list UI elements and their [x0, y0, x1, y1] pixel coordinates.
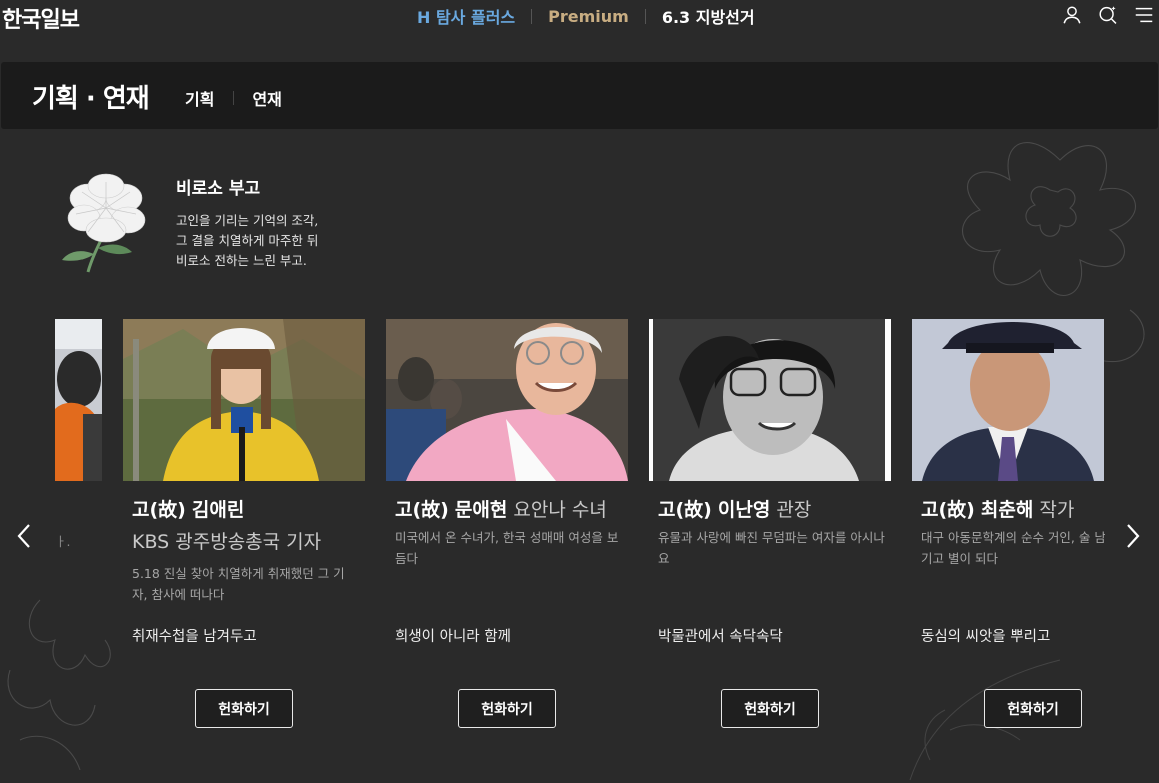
obituary-card[interactable]: 고(故) 김애린 KBS 광주방송총국 기자 5.18 진실 찾아 치열하게 취…	[123, 319, 365, 739]
card-name: 고(故) 김애린	[132, 495, 372, 522]
top-icons	[1061, 4, 1155, 26]
obituary-card-partial[interactable]: ㅏ.	[55, 319, 102, 739]
person-role: 요안나 수녀	[513, 499, 607, 521]
chevron-right-icon	[1127, 524, 1140, 548]
card-name: 고(故) 이난영 관장	[658, 495, 898, 522]
carousel-prev-button[interactable]	[12, 521, 36, 551]
nav-divider	[644, 8, 646, 24]
nav-local-election[interactable]: 6.3 지방선거	[662, 4, 755, 28]
card-photo	[55, 319, 102, 481]
name-prefix: 고(故)	[132, 499, 186, 521]
person-name: 최춘해	[980, 499, 1034, 521]
name-prefix: 고(故)	[658, 499, 712, 521]
user-icon[interactable]	[1061, 4, 1083, 26]
section-title: 기획 · 연재	[32, 84, 150, 114]
tribute-button[interactable]: 헌화하기	[984, 689, 1082, 728]
tribute-button[interactable]: 헌화하기	[721, 689, 819, 728]
tab-series[interactable]: 연재	[252, 86, 281, 110]
top-nav: H 탐사 플러스 Premium 6.3 지방선거	[417, 4, 755, 28]
person-name: 김애린	[191, 499, 245, 521]
obituary-card[interactable]: 고(故) 최춘해 작가 대구 아동문학계의 순수 거인, 술 남기고 별이 되다…	[912, 319, 1105, 739]
obituary-card[interactable]: 고(故) 이난영 관장 유물과 사랑에 빠진 무덤파는 여자를 아시나요 박물관…	[649, 319, 891, 739]
person-role: 작가	[1039, 499, 1075, 521]
card-description: 5.18 진실 찾아 치열하게 취재했던 그 기자, 참사에 떠나다	[132, 566, 345, 602]
tab-planning[interactable]: 기획	[185, 86, 214, 110]
search-icon[interactable]	[1097, 4, 1119, 26]
person-name: 이난영	[717, 499, 771, 521]
chevron-left-icon	[17, 524, 30, 548]
person-role-line2: KBS 광주방송총국 기자	[132, 531, 322, 553]
nav-divider	[531, 8, 533, 24]
card-quote: 희생이 아니라 함께	[395, 629, 511, 645]
tribute-button[interactable]: 헌화하기	[195, 689, 293, 728]
card-photo	[386, 319, 628, 481]
chrysanthemum-illustration	[62, 173, 146, 273]
card-photo	[912, 319, 1104, 481]
card-name: 고(故) 문애현 요안나 수녀	[395, 495, 635, 522]
card-description: 미국에서 온 수녀가, 한국 성매매 여성을 보듬다	[395, 530, 619, 566]
obituary-carousel: ㅏ. 고(故) 김애린 KBS 광주방송총국 기자 5.18 진실 찾아 치열하…	[55, 319, 1105, 749]
person-name: 문애현	[454, 499, 508, 521]
tab-divider	[233, 91, 235, 105]
nav-premium[interactable]: Premium	[548, 7, 629, 26]
series-description: 고인을 기리는 기억의 조각, 그 결을 치열하게 마주한 뒤 비로소 전하는 …	[176, 213, 319, 268]
card-description: ㅏ.	[55, 534, 71, 549]
section-tabs: 기획 연재	[185, 86, 282, 110]
menu-icon[interactable]	[1133, 4, 1155, 26]
site-logo[interactable]: 한국일보	[2, 2, 80, 34]
card-photo	[649, 319, 891, 481]
card-photo	[123, 319, 365, 481]
series-title: 비로소 부고	[176, 179, 261, 199]
carousel-next-button[interactable]	[1121, 521, 1145, 551]
section-header: 기획 · 연재 기획 연재	[1, 62, 1158, 129]
card-description: 유물과 사랑에 빠진 무덤파는 여자를 아시나요	[658, 530, 885, 566]
card-description: 대구 아동문학계의 순수 거인, 술 남기고 별이 되다	[921, 530, 1105, 566]
card-name: 고(故) 최춘해 작가	[921, 495, 1105, 522]
name-prefix: 고(故)	[921, 499, 975, 521]
name-prefix: 고(故)	[395, 499, 449, 521]
tribute-button[interactable]: 헌화하기	[458, 689, 556, 728]
card-quote: 취재수첩을 남겨두고	[132, 629, 257, 645]
top-bar: 한국일보 H 탐사 플러스 Premium 6.3 지방선거	[0, 0, 1159, 34]
card-quote: 동심의 씨앗을 뿌리고	[921, 629, 1051, 645]
obituary-card[interactable]: 고(故) 문애현 요안나 수녀 미국에서 온 수녀가, 한국 성매매 여성을 보…	[386, 319, 628, 739]
nav-htamsa-plus[interactable]: H 탐사 플러스	[417, 4, 515, 28]
person-role: 관장	[776, 499, 812, 521]
card-quote: 박물관에서 속닥속닥	[658, 629, 783, 645]
